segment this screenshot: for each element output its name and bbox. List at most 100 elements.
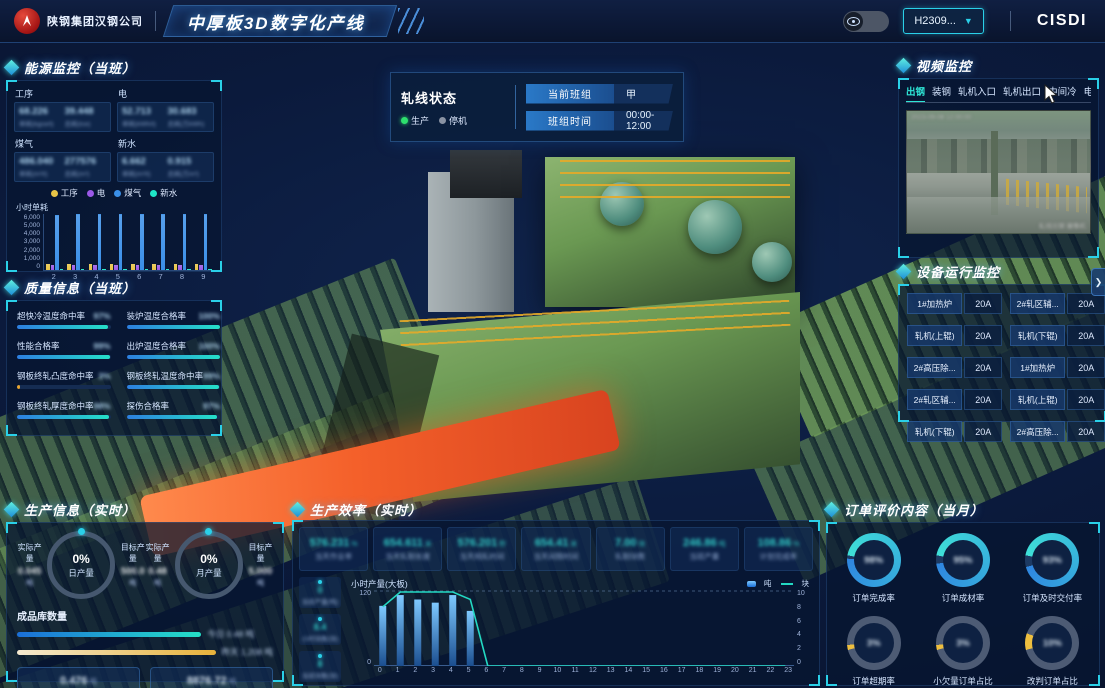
- inventory-box-value: 0.476 吨: [60, 675, 97, 687]
- legend-dot-icon: [87, 190, 94, 197]
- gauge-ring: 0%日产量: [47, 531, 115, 599]
- hour-xtick: 3: [424, 667, 442, 674]
- video-tab-出钢[interactable]: 出钢: [906, 84, 925, 98]
- energy-group: 新水6.6620.915单耗(m³/t)总耗(万m³): [117, 136, 214, 182]
- gauge-actual-unit: 吨: [26, 580, 33, 587]
- energy-bar: [183, 214, 187, 270]
- quality-item: 性能合格率99%: [17, 340, 111, 359]
- equipment-item: 轧机(下辊)20A: [1010, 325, 1105, 346]
- side-tile-label: 小时块数(块): [302, 633, 339, 643]
- legend-dot-icon: [150, 190, 157, 197]
- video-tab-电加热[interactable]: 电加热: [1084, 84, 1091, 98]
- gauge-target-value: 500.0 吨: [120, 566, 145, 588]
- quality-label: 装炉温度合格率: [127, 310, 187, 322]
- hourly-chart-right-axis: 1086420: [794, 590, 813, 666]
- energy-legend: 工序电煤气新水: [14, 187, 214, 199]
- video-tab-装钢[interactable]: 装钢: [932, 84, 951, 98]
- hourly-chart-legend: 吨 块: [747, 578, 809, 589]
- visibility-toggle[interactable]: [843, 11, 889, 32]
- energy-bar-group: [131, 214, 148, 270]
- efficiency-side-tile: 8.4小时块数(块): [299, 614, 341, 645]
- gauge-dot-icon: [78, 528, 85, 535]
- energy-bar: [119, 214, 123, 270]
- inventory-bar-label: 今日 0.48 吨: [207, 628, 254, 640]
- quality-panel-title: 质量信息（当班）: [24, 278, 136, 297]
- energy-bar: [114, 265, 118, 270]
- gauge-label: 日产量: [68, 567, 94, 579]
- page-title-plate: 中厚板3D数字化产线: [163, 5, 397, 37]
- right-ytick: 4: [797, 631, 801, 638]
- energy-bar-group: [67, 214, 84, 270]
- dashboard-root: 陕钢集团汉钢公司 中厚板3D数字化产线 H2309... ▼ CISDI 能源监…: [0, 0, 1105, 688]
- inventory-bar-row: 昨天 1,208 吨: [17, 646, 273, 658]
- efficiency-side-tile: 8当班块数(块): [299, 651, 341, 682]
- hour-xtick: 7: [495, 667, 513, 674]
- video-tab-轧机出口[interactable]: 轧机出口: [1003, 84, 1041, 98]
- video-tab-轧机入口[interactable]: 轧机入口: [958, 84, 996, 98]
- energy-bar: [174, 264, 178, 270]
- equipment-item: 2#高压除...20A: [1010, 421, 1105, 442]
- order-donut-ring: 3%: [847, 616, 901, 670]
- inventory-box-unit: 吨: [87, 677, 97, 686]
- panel-collapse-handle[interactable]: ❯: [1091, 268, 1105, 296]
- gauge-actual-value: 0.045 吨: [17, 566, 42, 588]
- efficiency-stat-tile: 576.231 %当天作业率: [299, 527, 368, 571]
- gauge-target: 目标产量500.0 吨: [120, 542, 145, 588]
- energy-bar-group: [174, 214, 191, 270]
- production-gauges: 实际产量0.045 吨0%日产量目标产量500.0 吨实际产量0.48 吨0%月…: [17, 531, 273, 599]
- production-gauge: 实际产量0.045 吨0%日产量目标产量500.0 吨: [17, 531, 145, 599]
- panel-diamond-icon: [4, 279, 20, 295]
- inventory-bar: [17, 650, 216, 655]
- efficiency-stat-unit: %: [791, 541, 799, 548]
- equipment-item: 轧机(下辊)20A: [907, 421, 1002, 442]
- energy-group-box: 6.6620.915单耗(m³/t)总耗(万m³): [117, 152, 214, 182]
- quality-label: 钢板终轧温度命中率: [127, 370, 204, 382]
- efficiency-stat-value: 576.231 %: [310, 537, 358, 549]
- quality-item: 钢板终轧温度命中率99%: [127, 370, 221, 389]
- energy-bar: [98, 214, 102, 270]
- equipment-label: 2#轧区辅...: [907, 389, 962, 410]
- energy-bar: [195, 264, 199, 270]
- order-donut: 3%订单超期率: [847, 616, 901, 687]
- equipment-item: 轧机(上辊)20A: [1010, 389, 1105, 410]
- inventory-bar: [17, 632, 201, 637]
- quality-bar-track: [127, 325, 221, 329]
- hour-xtick: 23: [779, 667, 797, 674]
- video-feed[interactable]: 2023-09-08 12:00:00 轧线出钢 摄像机: [906, 110, 1091, 234]
- order-donut-hole: 3%: [854, 623, 894, 663]
- efficiency-stat-tile: 654.611 米当天轧制长度: [373, 527, 442, 571]
- efficiency-stat-tile: 7.00 块轧制块数: [596, 527, 665, 571]
- energy-bar: [145, 269, 149, 270]
- quality-bar-track: [127, 415, 221, 419]
- status-dot-green: [401, 117, 408, 124]
- equipment-item: 轧机(上辊)20A: [907, 325, 1002, 346]
- hour-xtick: 10: [549, 667, 567, 674]
- gauge-target-unit: 吨: [129, 580, 136, 587]
- equipment-panel: 设备运行监控 1#加热炉20A2#轧区辅...20A轧机(上辊)20A轧机(下辊…: [898, 260, 1105, 422]
- energy-unit-label: 总耗(tce): [65, 118, 107, 128]
- quality-percent: 97%: [94, 311, 111, 321]
- equipment-item: 1#加热炉20A: [1010, 357, 1105, 378]
- order-donut-hole: 95%: [943, 540, 983, 580]
- legend-tons: 吨: [747, 578, 772, 589]
- shift-time-value: 00:00-12:00: [614, 111, 673, 131]
- camera-select-dropdown[interactable]: H2309... ▼: [903, 8, 984, 34]
- energy-bar: [208, 269, 212, 270]
- video-tab-中间冷[interactable]: 中间冷: [1048, 84, 1077, 98]
- gauge-percent: 0%: [72, 552, 89, 566]
- gauge-actual-unit: 吨: [154, 580, 161, 587]
- quality-percent: 99%: [94, 341, 111, 351]
- order-donut-label: 订单完成率: [852, 592, 895, 604]
- order-donut-hole: 10%: [1032, 623, 1072, 663]
- energy-bar: [152, 264, 156, 270]
- equipment-label: 轧机(下辊): [1010, 325, 1065, 346]
- quality-bar-fill: [127, 415, 218, 419]
- energy-bar: [110, 264, 114, 270]
- energy-bar: [46, 264, 50, 270]
- energy-bar: [204, 214, 208, 270]
- quality-item: 钢板终轧厚度命中率98%: [17, 400, 111, 419]
- energy-group-name: 煤气: [15, 137, 111, 150]
- efficiency-stat-value: 246.86 吨: [683, 537, 726, 549]
- quality-row: 超快冷温度命中率97%: [17, 310, 111, 322]
- cisdi-logo: CISDI: [1037, 12, 1087, 30]
